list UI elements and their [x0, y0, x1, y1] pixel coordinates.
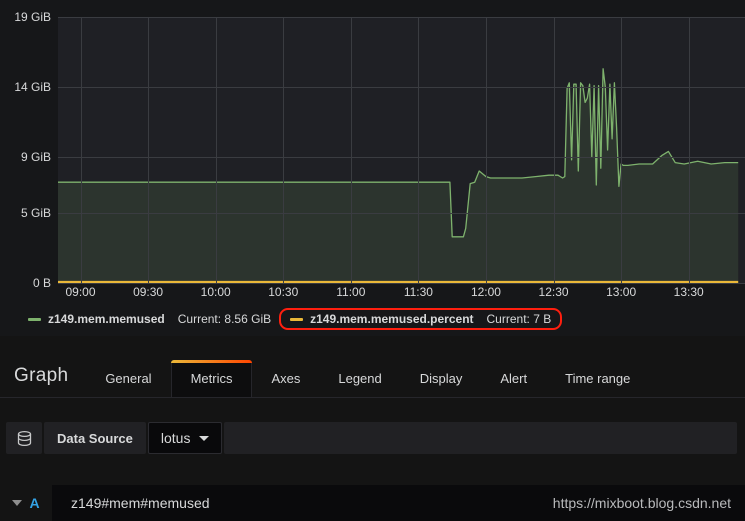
datasource-selected-value: lotus — [160, 430, 191, 446]
legend-current-value: Current: 8.56 GiB — [177, 312, 272, 326]
graph-panel: 0 B 5 GiB 9 GiB 14 GiB 19 GiB 09:00 09:30 10:0… — [0, 0, 745, 336]
x-axis-tick: 13:30 — [673, 285, 704, 299]
legend-series-name: z149.mem.memused.percent — [310, 312, 474, 326]
chevron-down-icon — [12, 500, 23, 506]
x-axis-tick: 11:30 — [403, 285, 433, 299]
database-icon-glyph — [17, 430, 31, 446]
x-axis-tick: 12:00 — [470, 285, 501, 299]
gridline-vertical — [216, 17, 217, 283]
series-area — [58, 68, 739, 283]
y-axis-tick: 19 GiB — [14, 10, 51, 24]
gridline-horizontal — [58, 17, 745, 18]
gridline-horizontal — [58, 213, 745, 214]
y-axis-tick: 0 B — [32, 276, 51, 290]
x-axis-tick: 13:00 — [606, 285, 637, 299]
query-row: A z149#mem#memused https://mixboot.blog.… — [0, 485, 745, 521]
editor-tabs: General Metrics Axes Legend Display Alert Time… — [86, 360, 649, 397]
datasource-row-filler — [224, 422, 737, 454]
gridline-horizontal — [58, 157, 745, 158]
tab-legend[interactable]: Legend — [319, 361, 400, 397]
gridline-vertical — [148, 17, 149, 283]
panel-title: Graph — [14, 365, 69, 386]
x-axis-tick: 09:00 — [65, 285, 96, 299]
editor-tabbar: Graph General Metrics Axes Legend Display Ale… — [0, 350, 745, 398]
legend-current-value: Current: 7 B — [486, 312, 552, 326]
chevron-down-icon — [199, 435, 210, 441]
graph-legend: z149.mem.memused Current: 8.56 GiB z149.me… — [0, 306, 745, 332]
tab-metrics[interactable]: Metrics — [170, 360, 253, 397]
grafana-graph-editor: 0 B 5 GiB 9 GiB 14 GiB 19 GiB 09:00 09:30 10:0… — [0, 0, 745, 521]
query-collapse-toggle[interactable]: A — [0, 485, 52, 521]
legend-series-name: z149.mem.memused — [48, 312, 165, 326]
y-axis-tick: 9 GiB — [20, 150, 51, 164]
gridline-vertical — [418, 17, 419, 283]
plot-wrapper: 0 B 5 GiB 9 GiB 14 GiB 19 GiB 09:00 09:30 10:0… — [0, 0, 745, 300]
gridline-vertical — [486, 17, 487, 283]
x-axis-tick: 09:30 — [133, 285, 164, 299]
panel-editor: Graph General Metrics Axes Legend Display Ale… — [0, 336, 745, 521]
gridline-vertical — [621, 17, 622, 283]
database-icon — [6, 422, 42, 454]
legend-item[interactable]: z149.mem.memused.percent Current: 7 B — [279, 308, 563, 330]
chart-canvas — [58, 68, 739, 283]
plot-area[interactable] — [58, 17, 745, 284]
gridline-vertical — [283, 17, 284, 283]
x-axis-tick: 11:00 — [336, 285, 366, 299]
tab-display[interactable]: Display — [401, 361, 482, 397]
tab-time-range[interactable]: Time range — [546, 361, 649, 397]
x-axis-tick: 12:30 — [538, 285, 569, 299]
y-axis-tick: 14 GiB — [14, 80, 51, 94]
legend-color-swatch — [290, 317, 304, 321]
gridline-vertical — [351, 17, 352, 283]
y-axis-tick: 5 GiB — [20, 206, 51, 220]
query-input[interactable]: z149#mem#memused — [52, 485, 745, 521]
tab-axes[interactable]: Axes — [252, 361, 319, 397]
legend-item[interactable]: z149.mem.memused Current: 8.56 GiB — [20, 309, 279, 329]
datasource-row: Data Source lotus — [0, 418, 745, 458]
gridline-vertical — [81, 17, 82, 283]
x-axis-tick: 10:00 — [200, 285, 231, 299]
x-axis: 09:00 09:30 10:00 10:30 11:00 11:30 12:00 12:30… — [58, 284, 745, 304]
gridline-vertical — [554, 17, 555, 283]
gridline-vertical — [689, 17, 690, 283]
tab-general[interactable]: General — [86, 361, 170, 397]
legend-color-swatch — [28, 317, 41, 321]
y-axis: 0 B 5 GiB 9 GiB 14 GiB 19 GiB — [0, 0, 58, 300]
x-axis-tick: 10:30 — [268, 285, 299, 299]
tab-alert[interactable]: Alert — [481, 361, 546, 397]
datasource-select[interactable]: lotus — [147, 422, 223, 454]
query-ref-id: A — [29, 495, 40, 511]
datasource-label: Data Source — [44, 422, 146, 454]
gridline-horizontal — [58, 87, 745, 88]
